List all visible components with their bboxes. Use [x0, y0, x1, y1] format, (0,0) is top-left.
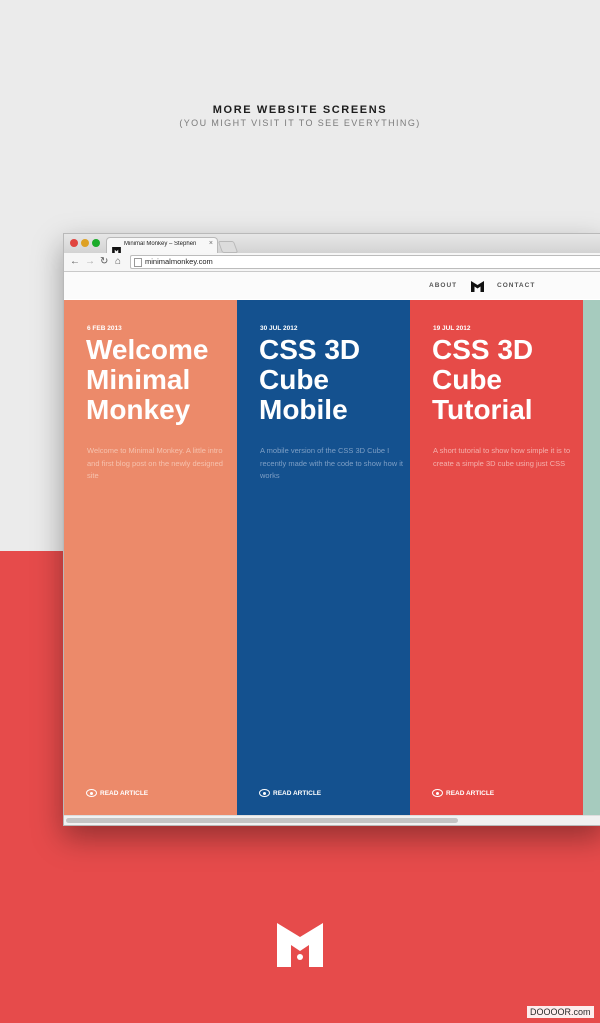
- tab-bar: Minimal Monkey – Stephen ×: [64, 234, 600, 254]
- minimal-monkey-logo-icon: [277, 923, 323, 972]
- post-title-line: Cube: [432, 364, 502, 395]
- tab-title: Minimal Monkey – Stephen: [124, 241, 197, 247]
- post-excerpt: Welcome to Minimal Monkey. A little intr…: [87, 446, 223, 480]
- post-card-partial[interactable]: [583, 300, 600, 815]
- back-icon[interactable]: ←: [70, 255, 80, 269]
- post-title-line: Welcome: [86, 334, 209, 365]
- post-excerpt: A mobile version of the CSS 3D Cube I re…: [260, 446, 403, 480]
- post-card[interactable]: 19 JUL 2012 CSS 3D Cube Tutorial A short…: [410, 300, 583, 815]
- page-subheading: (YOU MIGHT VISIT IT TO SEE EVERYTHING): [179, 118, 421, 128]
- post-title-line: CSS 3D: [432, 334, 534, 365]
- read-article-label: READ ARTICLE: [273, 790, 322, 797]
- watermark: DOOOOR.com: [527, 1006, 594, 1018]
- new-tab-button[interactable]: [217, 241, 239, 253]
- tab-close-icon[interactable]: ×: [209, 240, 213, 247]
- post-title[interactable]: CSS 3D Cube Mobile: [259, 335, 409, 425]
- post-title-line: Tutorial: [432, 394, 533, 425]
- url-text: minimalmonkey.com: [145, 257, 213, 266]
- address-bar[interactable]: minimalmonkey.com: [130, 255, 600, 269]
- home-icon[interactable]: ⌂: [115, 255, 121, 269]
- browser-tab[interactable]: Minimal Monkey – Stephen ×: [106, 237, 218, 254]
- site-logo-icon[interactable]: [471, 279, 484, 297]
- browser-toolbar: ← → ↻ ⌂ minimalmonkey.com: [64, 253, 600, 272]
- post-title[interactable]: Welcome Minimal Monkey: [86, 335, 236, 425]
- post-card[interactable]: 30 JUL 2012 CSS 3D Cube Mobile A mobile …: [237, 300, 410, 815]
- forward-icon[interactable]: →: [85, 255, 95, 269]
- nav-contact-link[interactable]: CONTACT: [497, 282, 535, 289]
- post-date: 6 FEB 2013: [87, 325, 122, 332]
- nav-about-link[interactable]: ABOUT: [429, 282, 457, 289]
- post-title-line: Cube: [259, 364, 329, 395]
- eye-icon: [86, 789, 97, 797]
- post-title-line: CSS 3D: [259, 334, 361, 365]
- read-article-label: READ ARTICLE: [100, 790, 149, 797]
- scrollbar-thumb[interactable]: [66, 818, 458, 823]
- post-excerpt: A short tutorial to show how simple it i…: [433, 446, 571, 468]
- post-title-line: Monkey: [86, 394, 191, 425]
- post-title-line: Minimal: [86, 364, 191, 395]
- post-title-line: Mobile: [259, 394, 348, 425]
- zoom-window-button[interactable]: [92, 239, 100, 247]
- eye-icon: [432, 789, 443, 797]
- page-heading: MORE WEBSITE SCREENS: [212, 104, 388, 116]
- post-date: 30 JUL 2012: [260, 325, 298, 332]
- site-header: ABOUT CONTACT: [64, 272, 600, 299]
- horizontal-scrollbar[interactable]: [64, 815, 600, 825]
- eye-icon: [259, 789, 270, 797]
- page-icon: [134, 258, 142, 267]
- minimize-window-button[interactable]: [81, 239, 89, 247]
- post-card[interactable]: 6 FEB 2013 Welcome Minimal Monkey Welcom…: [64, 300, 237, 815]
- close-window-button[interactable]: [70, 239, 78, 247]
- post-date: 19 JUL 2012: [433, 325, 471, 332]
- reload-icon[interactable]: ↻: [100, 255, 108, 269]
- browser-window: Minimal Monkey – Stephen × ← → ↻ ⌂ minim…: [63, 233, 600, 826]
- read-article-label: READ ARTICLE: [446, 790, 495, 797]
- post-title[interactable]: CSS 3D Cube Tutorial: [432, 335, 582, 425]
